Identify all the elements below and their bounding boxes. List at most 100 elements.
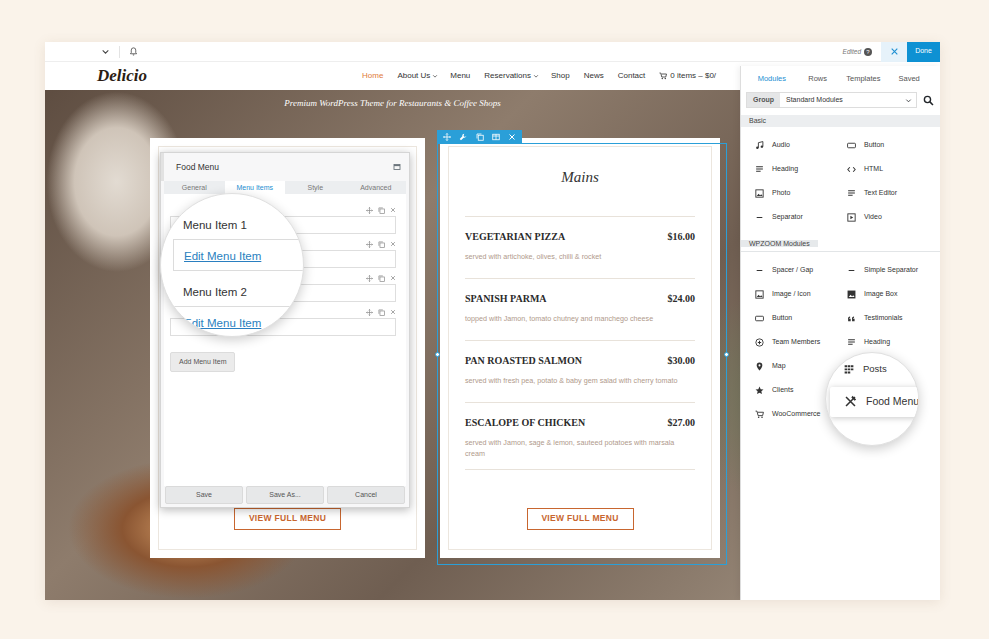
move-icon bbox=[366, 309, 373, 316]
nav-item[interactable]: Menu bbox=[450, 70, 472, 82]
toolbar-button[interactable] bbox=[443, 133, 451, 141]
site-header: Delicio Home About Us Menu Reservations Shop N… bbox=[45, 62, 740, 90]
submenu-indicator bbox=[432, 73, 438, 79]
copy-button[interactable] bbox=[378, 207, 385, 214]
spacer-icon bbox=[755, 266, 764, 275]
image-icon bbox=[755, 290, 764, 299]
module-item[interactable]: HTML bbox=[847, 157, 940, 181]
module-entry: Simple Separator bbox=[847, 265, 918, 276]
footer-button[interactable]: Save bbox=[165, 486, 243, 504]
close-icon bbox=[890, 47, 899, 56]
done-button[interactable]: Done bbox=[907, 42, 940, 62]
add-item-button[interactable]: Add Menu Item bbox=[170, 352, 235, 372]
nav-item[interactable]: Contact bbox=[618, 70, 648, 82]
close-button[interactable] bbox=[881, 42, 907, 62]
nav-item[interactable]: Home bbox=[362, 70, 385, 82]
module-label: HTML bbox=[864, 164, 883, 175]
copy-button[interactable] bbox=[378, 309, 385, 316]
view-menu-button[interactable]: VIEW FULL MENU bbox=[234, 508, 341, 530]
module-item[interactable]: Spacer / Gap bbox=[755, 258, 847, 282]
module-label: Heading bbox=[772, 164, 798, 175]
footer-button[interactable]: Save As... bbox=[246, 486, 324, 504]
remove-button[interactable] bbox=[390, 241, 396, 247]
entry-header: VEGETARIAN PIZZA$16.00 bbox=[465, 231, 695, 243]
edit-status: Edited bbox=[843, 47, 861, 57]
close-icon bbox=[390, 241, 396, 247]
module-item[interactable]: Text Editor bbox=[847, 181, 940, 205]
toolbar-button[interactable] bbox=[492, 133, 500, 141]
module-item[interactable]: Button bbox=[755, 306, 847, 330]
menu-heading: Mains bbox=[561, 168, 599, 186]
panel-tab[interactable]: Rows bbox=[795, 73, 841, 84]
chevron-down-icon bbox=[533, 73, 539, 79]
dialog-tab[interactable]: Advanced bbox=[346, 181, 407, 194]
module-item[interactable]: Heading bbox=[847, 330, 940, 354]
module-item[interactable]: Heading bbox=[755, 157, 847, 181]
resize-handle[interactable] bbox=[435, 352, 440, 357]
module-item[interactable]: Testimonials bbox=[847, 306, 940, 330]
remove-button[interactable] bbox=[390, 309, 396, 315]
module-label: Separator bbox=[772, 212, 803, 223]
group-select[interactable]: GroupStandard Modules bbox=[746, 92, 917, 108]
dish-name: PAN ROASTED SALMON bbox=[465, 355, 582, 367]
resize-handle[interactable] bbox=[724, 352, 729, 357]
module-item[interactable]: Simple Separator bbox=[847, 258, 940, 282]
dish-price: $27.00 bbox=[668, 417, 696, 429]
photo-icon bbox=[755, 189, 764, 198]
edit-item-link[interactable]: Edit Menu Item bbox=[184, 250, 261, 262]
remove-button[interactable] bbox=[390, 275, 396, 281]
module-item[interactable]: Video bbox=[847, 205, 940, 229]
module-item[interactable]: Audio bbox=[755, 133, 847, 157]
help-button[interactable]: ? bbox=[864, 48, 872, 56]
nav-item[interactable]: Shop bbox=[551, 70, 572, 82]
footer-button[interactable]: Cancel bbox=[327, 486, 405, 504]
code-icon bbox=[847, 165, 856, 174]
move-button[interactable] bbox=[366, 275, 373, 282]
remove-button[interactable] bbox=[390, 207, 396, 213]
hero-content: Premium WordPress Theme for Restaurants … bbox=[45, 90, 740, 558]
menu-card: VIEW FULL MENUFood MenuGeneralMenu Items… bbox=[150, 138, 425, 558]
module-item[interactable]: Image / Icon bbox=[755, 282, 847, 306]
module-entry: Heading bbox=[755, 164, 798, 175]
module-item[interactable]: Food Menu bbox=[830, 387, 919, 417]
notifications-button[interactable] bbox=[129, 47, 138, 56]
card-body: MainsVEGETARIAN PIZZA$16.00served with a… bbox=[448, 146, 712, 550]
module-item[interactable]: Image Box bbox=[847, 282, 940, 306]
panel-tab[interactable]: Saved bbox=[886, 73, 932, 84]
search-button[interactable] bbox=[923, 95, 934, 106]
module-label: Food Menu bbox=[866, 394, 919, 410]
nav-item[interactable]: About Us bbox=[397, 70, 438, 82]
dialog-tab[interactable]: General bbox=[164, 181, 225, 194]
audio-icon bbox=[755, 141, 764, 150]
toolbar-button[interactable] bbox=[508, 133, 516, 141]
panel-tab[interactable]: Templates bbox=[841, 73, 887, 84]
toolbar-button[interactable] bbox=[476, 133, 484, 141]
move-button[interactable] bbox=[366, 241, 373, 248]
move-button[interactable] bbox=[366, 207, 373, 214]
dish-name: ESCALOPE OF CHICKEN bbox=[465, 417, 585, 429]
module-item[interactable]: Photo bbox=[755, 181, 847, 205]
panel-tab[interactable]: Modules bbox=[749, 73, 795, 84]
copy-button[interactable] bbox=[378, 241, 385, 248]
module-item[interactable]: Team Members bbox=[755, 330, 847, 354]
module-entry: Photo bbox=[755, 188, 790, 199]
nav-label: Menu bbox=[450, 70, 470, 82]
module-item[interactable]: Separator bbox=[755, 205, 847, 229]
nav-item[interactable]: Reservations bbox=[484, 70, 539, 82]
toolbar-button[interactable] bbox=[459, 133, 467, 141]
menu-toggle[interactable] bbox=[101, 47, 110, 56]
nav-item[interactable]: News bbox=[584, 70, 606, 82]
tab-label: Rows bbox=[808, 74, 827, 83]
dialog-tab[interactable]: Style bbox=[285, 181, 346, 194]
cart-link[interactable]: 0 items – $0/ bbox=[659, 70, 716, 82]
maximize-button[interactable] bbox=[393, 163, 401, 171]
dish-name: VEGETARIAN PIZZA bbox=[465, 231, 565, 243]
edit-item-link[interactable]: Edit Menu Item bbox=[184, 317, 261, 329]
nav-label: About Us bbox=[397, 70, 430, 82]
tab-label: General bbox=[182, 184, 207, 191]
view-menu-button[interactable]: VIEW FULL MENU bbox=[527, 508, 634, 530]
module-item[interactable]: Button bbox=[847, 133, 940, 157]
site-logo[interactable]: Delicio bbox=[97, 63, 147, 89]
copy-button[interactable] bbox=[378, 275, 385, 282]
move-button[interactable] bbox=[366, 309, 373, 316]
